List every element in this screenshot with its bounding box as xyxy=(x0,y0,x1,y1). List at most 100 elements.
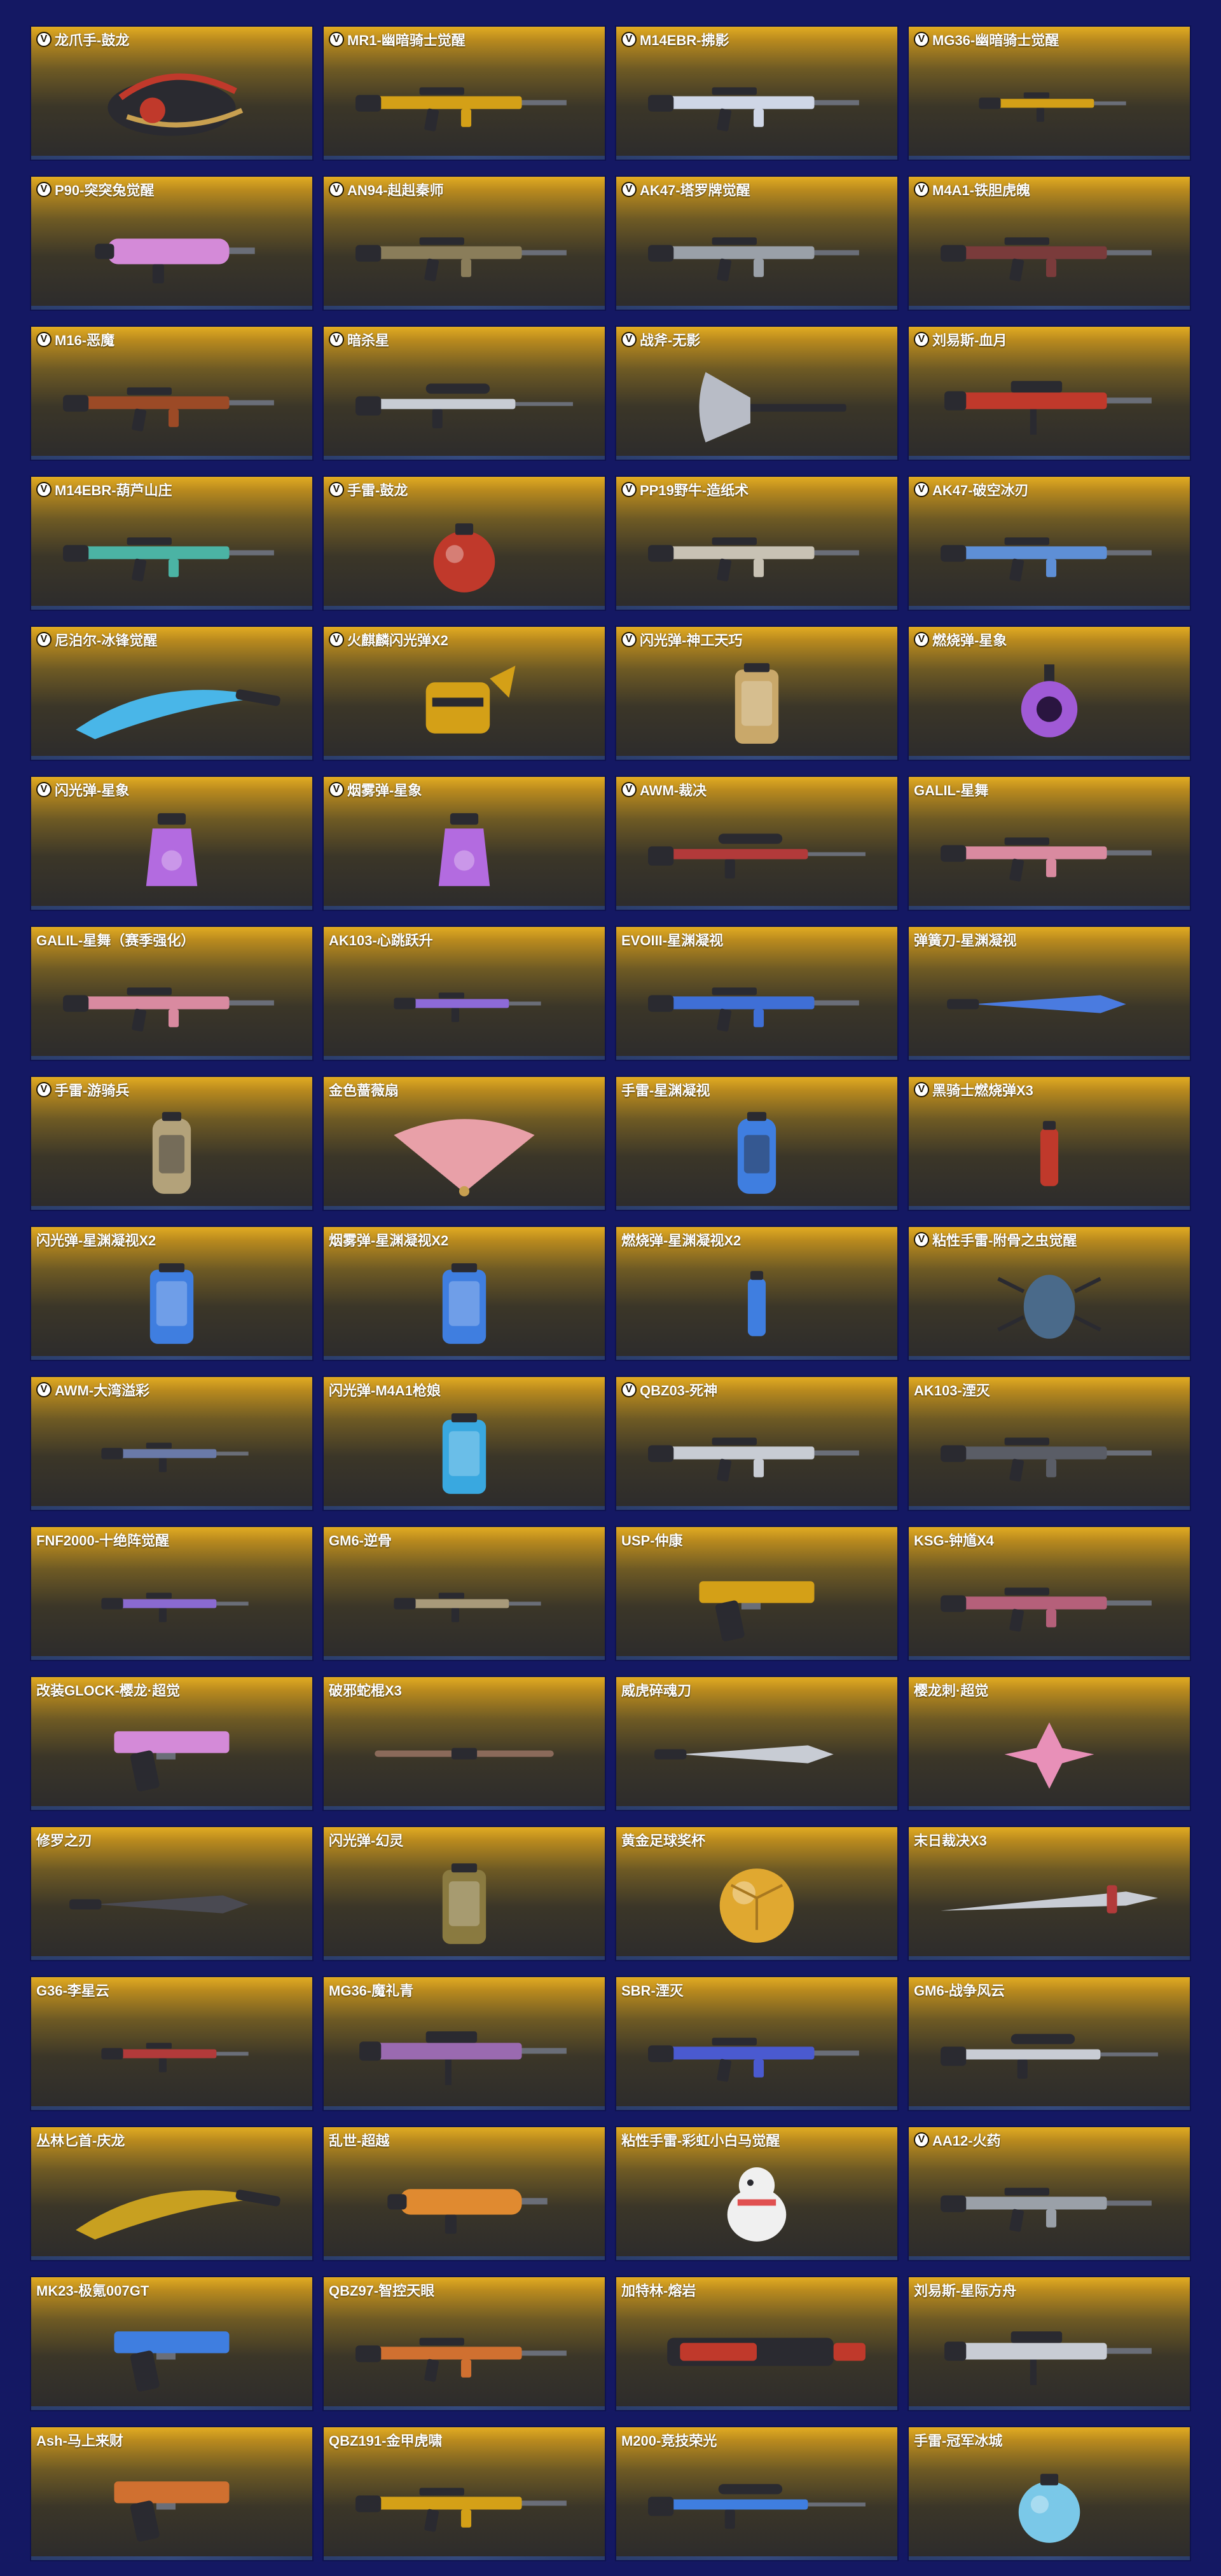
item-name: M14EBR-拂影 xyxy=(640,32,729,48)
item-card[interactable]: EVOIII-星渊凝视 xyxy=(615,926,899,1061)
item-header: MG36-魔礼青 xyxy=(329,1982,600,1999)
item-card[interactable]: 金色蔷薇扇 xyxy=(322,1076,606,1211)
item-card[interactable]: GM6-战争风云 xyxy=(907,1976,1191,2111)
item-card[interactable]: V 手雷-游骑兵 xyxy=(30,1076,314,1211)
item-card[interactable]: V 战斧-无影 xyxy=(615,325,899,461)
item-card[interactable]: GM6-逆骨 xyxy=(322,1526,606,1661)
item-image-sniper-icon xyxy=(349,359,579,449)
item-card[interactable]: V 黑骑士燃烧弹X3 xyxy=(907,1076,1191,1211)
item-name: MG36-魔礼青 xyxy=(329,1983,414,1999)
item-card[interactable]: V QBZ03-死神 xyxy=(615,1376,899,1511)
item-name: 末日裁决X3 xyxy=(914,1833,987,1849)
item-header: V QBZ03-死神 xyxy=(621,1381,892,1399)
item-card[interactable]: V 尼泊尔-冰锋觉醒 xyxy=(30,626,314,761)
item-card[interactable]: 手雷-冠军冰城 xyxy=(907,2426,1191,2561)
item-card[interactable]: V M14EBR-葫芦山庄 xyxy=(30,476,314,611)
item-name: 火麒麟闪光弹X2 xyxy=(347,633,448,648)
item-card[interactable]: V 粘性手雷-附骨之虫觉醒 xyxy=(907,1226,1191,1361)
item-card[interactable]: 改装GLOCK-樱龙·超觉 xyxy=(30,1676,314,1811)
item-header: Ash-马上来财 xyxy=(36,2432,307,2449)
item-card[interactable]: GALIL-星舞（赛季强化） xyxy=(30,926,314,1061)
item-image-rifle-icon xyxy=(642,209,872,299)
item-card[interactable]: QBZ191-金甲虎啸 xyxy=(322,2426,606,2561)
item-card[interactable]: V M4A1-铁胆虎魄 xyxy=(907,175,1191,311)
item-card[interactable]: V 烟雾弹-星象 xyxy=(322,776,606,911)
item-card[interactable]: 破邪蛇棍X3 xyxy=(322,1676,606,1811)
item-card[interactable]: 加特林-熔岩 xyxy=(615,2276,899,2411)
item-card[interactable]: AK103-湮灭 xyxy=(907,1376,1191,1511)
item-card[interactable]: G36-李星云 xyxy=(30,1976,314,2111)
item-card[interactable]: 威虎碎魂刀 xyxy=(615,1676,899,1811)
item-card[interactable]: V 龙爪手-鼓龙 xyxy=(30,25,314,161)
item-image-gauntlet-icon xyxy=(349,659,579,750)
item-card[interactable]: V 暗杀星 xyxy=(322,325,606,461)
item-image-knife-icon xyxy=(934,959,1164,1050)
item-card[interactable]: FNF2000-十绝阵觉醒 xyxy=(30,1526,314,1661)
item-card[interactable]: V 闪光弹-星象 xyxy=(30,776,314,911)
item-card[interactable]: V PP19野牛-造纸术 xyxy=(615,476,899,611)
item-image-orb-icon xyxy=(934,659,1164,750)
item-name: MR1-幽暗骑士觉醒 xyxy=(347,32,466,48)
item-card[interactable]: MG36-魔礼青 xyxy=(322,1976,606,2111)
item-card[interactable]: QBZ97-智控天眼 xyxy=(322,2276,606,2411)
item-name: MK23-极氪007GT xyxy=(36,2283,149,2299)
item-name: 燃烧弹-星渊凝视X2 xyxy=(621,1233,742,1249)
item-card[interactable]: SBR-湮灭 xyxy=(615,1976,899,2111)
item-card[interactable]: MK23-极氪007GT xyxy=(30,2276,314,2411)
item-image-star-icon xyxy=(934,1709,1164,1800)
item-card[interactable]: V AK47-破空冰刃 xyxy=(907,476,1191,611)
item-name: AN94-赳赳秦师 xyxy=(347,182,444,198)
item-card[interactable]: KSG-钟馗X4 xyxy=(907,1526,1191,1661)
item-card[interactable]: V 闪光弹-神工天巧 xyxy=(615,626,899,761)
item-card[interactable]: V AA12-火药 xyxy=(907,2126,1191,2261)
item-name: 战斧-无影 xyxy=(640,332,701,348)
item-card[interactable]: V 手雷-鼓龙 xyxy=(322,476,606,611)
item-card[interactable]: 闪光弹-M4A1枪娘 xyxy=(322,1376,606,1511)
v-badge-icon: V xyxy=(914,632,929,647)
item-card[interactable]: 闪光弹-星渊凝视X2 xyxy=(30,1226,314,1361)
item-card[interactable]: 乱世-超越 xyxy=(322,2126,606,2261)
item-card[interactable]: V AWM-裁决 xyxy=(615,776,899,911)
item-header: V AA12-火药 xyxy=(914,2132,1185,2149)
item-card[interactable]: 黄金足球奖杯 xyxy=(615,1826,899,1961)
item-card[interactable]: 修罗之刃 xyxy=(30,1826,314,1961)
item-card[interactable]: V MR1-幽暗骑士觉醒 xyxy=(322,25,606,161)
item-card[interactable]: V 燃烧弹-星象 xyxy=(907,626,1191,761)
item-card[interactable]: 刘易斯-星际方舟 xyxy=(907,2276,1191,2411)
item-card[interactable]: 弹簧刀-星渊凝视 xyxy=(907,926,1191,1061)
item-card[interactable]: V 刘易斯-血月 xyxy=(907,325,1191,461)
item-card[interactable]: 燃烧弹-星渊凝视X2 xyxy=(615,1226,899,1361)
item-card[interactable]: V AK47-塔罗牌觉醒 xyxy=(615,175,899,311)
item-card[interactable]: V AWM-大湾溢彩 xyxy=(30,1376,314,1511)
item-image-lmg-icon xyxy=(934,2309,1164,2400)
item-name: 加特林-熔岩 xyxy=(621,2283,696,2299)
item-card[interactable]: AK103-心跳跃升 xyxy=(322,926,606,1061)
item-card[interactable]: 樱龙刺·超觉 xyxy=(907,1676,1191,1811)
item-card[interactable]: V 火麒麟闪光弹X2 xyxy=(322,626,606,761)
item-card[interactable]: 手雷-星渊凝视 xyxy=(615,1076,899,1211)
item-card[interactable]: V P90-突突兔觉醒 xyxy=(30,175,314,311)
item-name: 黄金足球奖杯 xyxy=(621,1833,706,1849)
item-card[interactable]: 闪光弹-幻灵 xyxy=(322,1826,606,1961)
item-image-rifle-small-icon xyxy=(934,58,1164,149)
item-image-sword-icon xyxy=(934,1859,1164,1950)
item-name: 龙爪手-鼓龙 xyxy=(55,32,130,48)
item-card[interactable]: M200-竞技荣光 xyxy=(615,2426,899,2561)
item-card[interactable]: 粘性手雷-彩虹小白马觉醒 xyxy=(615,2126,899,2261)
v-badge-icon: V xyxy=(329,482,344,497)
v-badge-icon: V xyxy=(914,182,929,197)
item-image-sniper-icon xyxy=(934,2009,1164,2100)
item-card[interactable]: V MG36-幽暗骑士觉醒 xyxy=(907,25,1191,161)
item-card[interactable]: V AN94-赳赳秦师 xyxy=(322,175,606,311)
item-card[interactable]: 烟雾弹-星渊凝视X2 xyxy=(322,1226,606,1361)
item-card[interactable]: Ash-马上来财 xyxy=(30,2426,314,2561)
item-header: 手雷-冠军冰城 xyxy=(914,2432,1185,2449)
item-card[interactable]: V M16-恶魔 xyxy=(30,325,314,461)
item-card[interactable]: 末日裁决X3 xyxy=(907,1826,1191,1961)
item-header: 金色蔷薇扇 xyxy=(329,1081,600,1099)
v-badge-icon: V xyxy=(36,632,52,647)
item-card[interactable]: V M14EBR-拂影 xyxy=(615,25,899,161)
item-card[interactable]: USP-仲康 xyxy=(615,1526,899,1661)
item-card[interactable]: 丛林匕首-庆龙 xyxy=(30,2126,314,2261)
item-card[interactable]: GALIL-星舞 xyxy=(907,776,1191,911)
